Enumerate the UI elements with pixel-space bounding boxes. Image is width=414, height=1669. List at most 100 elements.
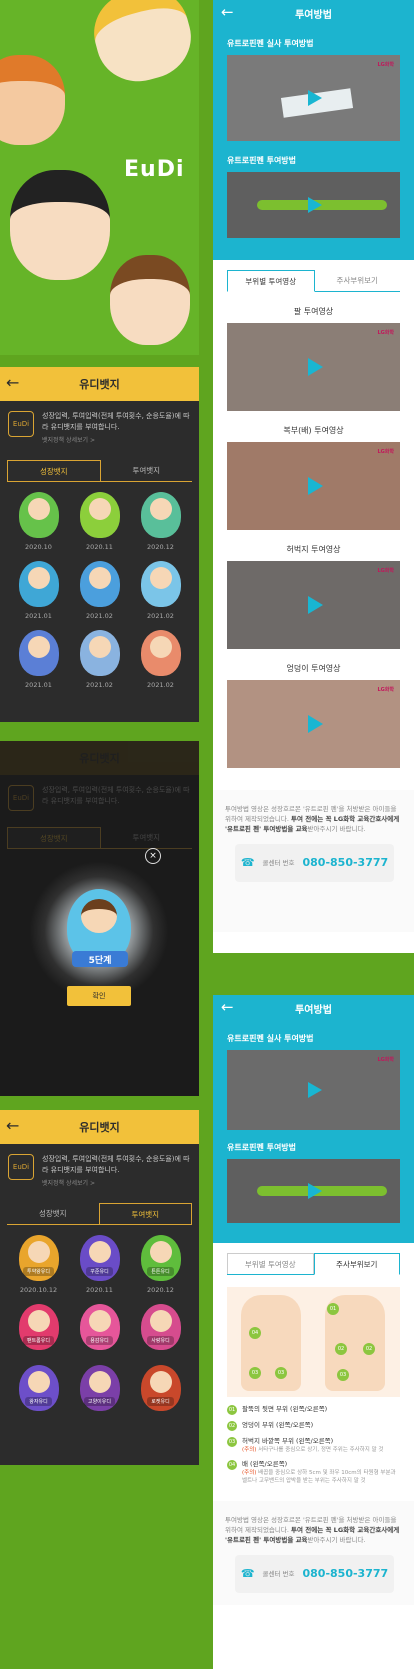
site-marker-03-front-r: 03	[275, 1367, 287, 1379]
page-title: 유디뱃지	[79, 378, 120, 391]
tab-dose-badge[interactable]: 투여뱃지	[98, 1203, 192, 1224]
close-icon[interactable]: ×	[145, 848, 161, 864]
part-video[interactable]: LG화학	[227, 442, 400, 530]
site-label: 배 (왼쪽/오른쪽)	[242, 1460, 288, 1468]
badge-shield	[140, 492, 181, 538]
tab-injection-site[interactable]: 주사부위보기	[313, 1253, 400, 1275]
part-video[interactable]: LG화학	[227, 680, 400, 768]
legend-item: 03 허벅지 바깥쪽 부위 (왼쪽/오른쪽) (주의) 서타구나를 중심으로 상기,…	[227, 1437, 400, 1454]
back-arrow-icon[interactable]: ←	[6, 373, 19, 392]
badge-item[interactable]: 2020.12	[130, 492, 191, 551]
badge-character	[27, 498, 50, 520]
play-icon[interactable]	[307, 358, 323, 376]
tab-growth-badge[interactable]: 성장뱃지	[7, 460, 101, 481]
stage-label: 5단계	[72, 951, 128, 967]
badge-character	[149, 1371, 172, 1393]
dosage-screen-sites: ← 투여방법 유트로핀펜 실사 투여방법 LG화학 유트로핀펜 투여방법 부위별…	[213, 995, 414, 1669]
badge-item[interactable]: 꾸준유디 2020.11	[69, 1235, 130, 1294]
call-center-button[interactable]: ☎ 콜센터 번호 080-850-3777	[235, 844, 394, 882]
pen-shape	[257, 200, 387, 210]
site-label: 엉덩이 부위 (왼쪽/오른쪽)	[242, 1421, 314, 1429]
badge-shield: 꾸준유디	[79, 1235, 120, 1281]
badge-character	[149, 1241, 172, 1263]
badge-date: 2020.11	[86, 1286, 113, 1294]
badge-item[interactable]: 용감유디	[69, 1304, 130, 1355]
site-number-badge: 03	[227, 1437, 237, 1447]
tab-growth-badge[interactable]: 성장뱃지	[7, 1203, 99, 1224]
badge-item[interactable]: 사랑유디	[130, 1304, 191, 1355]
video-real[interactable]: LG화학	[227, 1050, 400, 1130]
tab-site-video[interactable]: 부위별 투여영상	[227, 1253, 314, 1274]
badge-item[interactable]: 고양이유디	[69, 1365, 130, 1416]
video-animation[interactable]	[227, 172, 400, 238]
play-icon[interactable]	[307, 1183, 322, 1199]
play-icon[interactable]	[307, 1082, 322, 1098]
confirm-button[interactable]: 확인	[67, 986, 131, 1006]
badge-item[interactable]: 투약왕유디 2020.10.12	[8, 1235, 69, 1294]
badge-character	[27, 1310, 50, 1332]
badge-character	[88, 636, 111, 658]
back-arrow-icon[interactable]: ←	[221, 998, 234, 1016]
tab-dose-badge[interactable]: 투여뱃지	[101, 460, 193, 481]
badge-ribbon: 튼튼유디	[147, 1267, 174, 1276]
badge-character	[27, 1241, 50, 1263]
tab-injection-site[interactable]: 주사부위보기	[315, 270, 401, 291]
badge-character	[88, 1310, 111, 1332]
part-video[interactable]: LG화학	[227, 561, 400, 649]
header-bar: ← 유디뱃지	[0, 1110, 199, 1144]
call-center-button[interactable]: ☎ 콜센터 번호 080-850-3777	[235, 1555, 394, 1593]
site-number-badge: 04	[227, 1460, 237, 1470]
badge-item[interactable]: 2021.01	[8, 561, 69, 620]
play-icon[interactable]	[307, 90, 322, 106]
badge-shield	[18, 630, 59, 676]
badge-item[interactable]: 2021.02	[69, 630, 130, 689]
tab-site-video[interactable]: 부위별 투여영상	[227, 270, 315, 292]
play-icon[interactable]	[307, 197, 322, 213]
policy-link[interactable]: 뱃지정책 상세보기 >	[42, 435, 191, 444]
badge-item[interactable]: 로켓유디	[130, 1365, 191, 1416]
badge-shield: 사랑유디	[140, 1304, 181, 1350]
badge-item[interactable]: 2021.02	[69, 561, 130, 620]
play-icon[interactable]	[307, 715, 323, 733]
badge-item[interactable]: 2021.01	[8, 630, 69, 689]
injection-site-figure: 04 03 03 01 02 02 03	[227, 1287, 400, 1397]
call-number[interactable]: 080-850-3777	[303, 1568, 389, 1579]
badge-item[interactable]: 왕자유디	[8, 1365, 69, 1416]
badge-info: EuDi 성장입력, 투여입력(전체 투여횟수, 순응도율)에 따라 유디뱃지를…	[0, 401, 199, 452]
badge-shield	[140, 630, 181, 676]
badge-shield	[79, 630, 120, 676]
badge-date: 2020.10.12	[19, 1286, 58, 1294]
play-icon[interactable]	[307, 477, 323, 495]
badge-item[interactable]: 2020.11	[69, 492, 130, 551]
dimmed-crest-icon: EuDi	[8, 785, 34, 811]
badge-screen-growth: ← 유디뱃지 EuDi 성장입력, 투여입력(전체 투여횟수, 순응도율)에 따…	[0, 367, 199, 722]
badge-shield: 투약왕유디	[18, 1235, 59, 1281]
notice-line-3: 받아주시기 바랍니다.	[307, 1536, 366, 1544]
video-animation[interactable]	[227, 1159, 400, 1223]
call-number[interactable]: 080-850-3777	[303, 857, 389, 868]
badge-item[interactable]: 팬트롬유디	[8, 1304, 69, 1355]
dosage-screen-videos: ← 투여방법 유트로핀펜 실사 투여방법 LG화학 유트로핀펜 투여방법 부위별…	[213, 0, 414, 953]
back-arrow-icon[interactable]: ←	[221, 3, 234, 21]
video-real[interactable]: LG화학	[227, 55, 400, 141]
policy-link[interactable]: 뱃지정책 상세보기 >	[42, 1178, 191, 1187]
badge-ribbon: 꾸준유디	[86, 1267, 113, 1276]
part-video-title: 팔 투여영상	[293, 307, 334, 316]
badge-shield	[79, 492, 120, 538]
back-arrow-icon[interactable]: ←	[6, 1116, 19, 1135]
caution-tag: (주의)	[242, 1447, 257, 1453]
badge-character	[88, 1241, 111, 1263]
badge-item[interactable]: 2020.10	[8, 492, 69, 551]
badge-ribbon: 사랑유디	[147, 1336, 174, 1345]
caution-text: 서타구나를 중심으로 상기, 정면 주위는 주사하지 말 것	[256, 1447, 384, 1453]
badge-character	[149, 636, 172, 658]
header-bar: ← 투여방법	[213, 0, 414, 26]
dimmed-title: 유디뱃지	[79, 752, 120, 765]
part-video[interactable]: LG화학	[227, 323, 400, 411]
play-icon[interactable]	[307, 596, 323, 614]
badge-item[interactable]: 2021.02	[130, 561, 191, 620]
laurel-crest-icon: EuDi	[8, 1154, 34, 1180]
badge-item[interactable]: 2021.02	[130, 630, 191, 689]
badge-ribbon: 팬트롬유디	[22, 1336, 54, 1345]
badge-item[interactable]: 튼튼유디 2020.12	[130, 1235, 191, 1294]
